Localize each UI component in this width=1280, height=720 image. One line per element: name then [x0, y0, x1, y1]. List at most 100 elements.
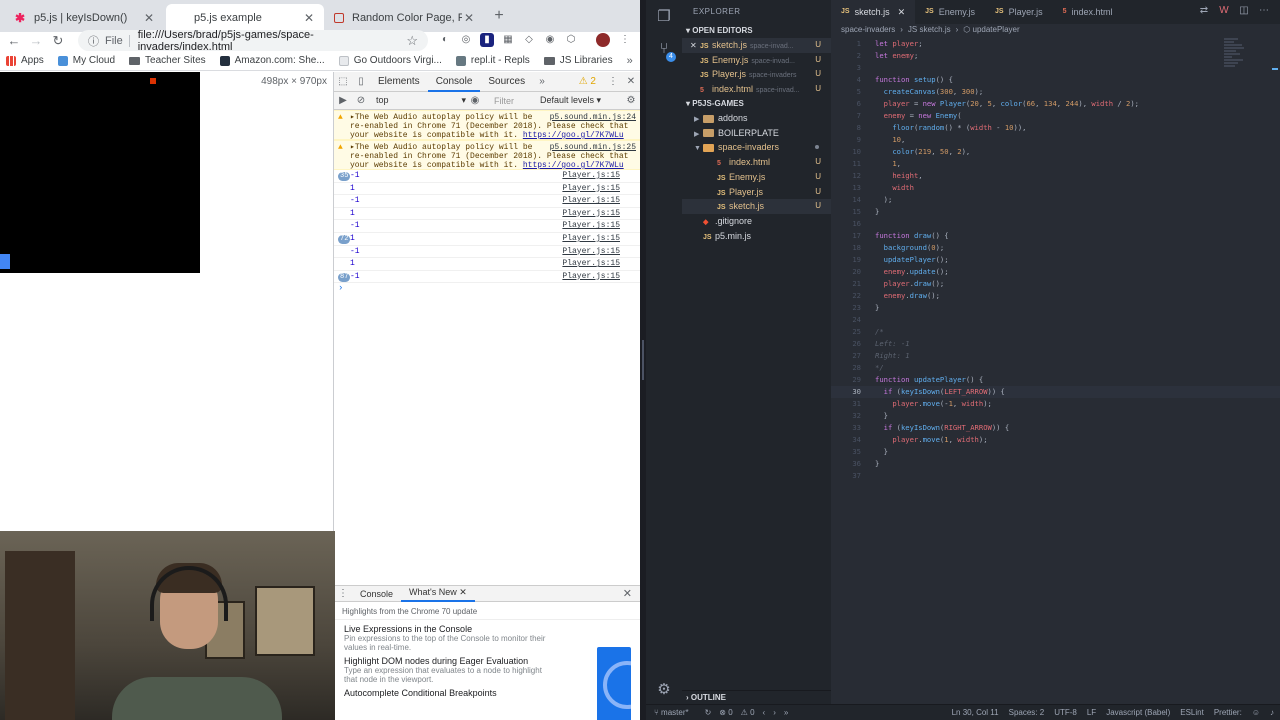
- extension-icon[interactable]: ⬡: [564, 33, 578, 47]
- files-icon[interactable]: ❐: [655, 8, 673, 26]
- code-line[interactable]: 23}: [831, 302, 1280, 314]
- device-toggle-icon[interactable]: ▯: [352, 76, 370, 87]
- source-link[interactable]: Player.js:15: [562, 246, 620, 258]
- star-icon[interactable]: ☆: [406, 33, 418, 49]
- more-icon[interactable]: ⋯: [1254, 5, 1274, 16]
- code-line[interactable]: 10 color(219, 50, 2),: [831, 146, 1280, 158]
- compare-icon[interactable]: ⇄: [1194, 5, 1214, 16]
- code-line[interactable]: 30 if (keyIsDown(LEFT_ARROW)) {: [831, 386, 1280, 398]
- whats-new-item[interactable]: Highlight DOM nodes during Eager Evaluat…: [334, 652, 564, 684]
- source-link[interactable]: Player.js:15: [562, 170, 620, 182]
- whats-new-item[interactable]: Autocomplete Conditional Breakpoints: [334, 684, 564, 698]
- code-line[interactable]: 14 );: [831, 194, 1280, 206]
- bookmark-teacher-sites[interactable]: Teacher Sites: [129, 55, 206, 66]
- workspace-header[interactable]: ▾ P5JS-GAMES: [682, 97, 831, 110]
- play-icon[interactable]: ›: [773, 705, 776, 720]
- git-branch[interactable]: ⑂ master*: [654, 705, 697, 720]
- code-line[interactable]: 27 Right: 1: [831, 350, 1280, 362]
- code-line[interactable]: 31 player.move(-1, width);: [831, 398, 1280, 410]
- back-icon[interactable]: ←: [4, 32, 24, 49]
- file-tree-item[interactable]: JS Player.js U: [682, 185, 831, 200]
- code-line[interactable]: 11 1,: [831, 158, 1280, 170]
- code-line[interactable]: 9 10,: [831, 134, 1280, 146]
- context-select[interactable]: top ▾: [376, 95, 466, 106]
- editor-scrollbar[interactable]: [1270, 24, 1280, 704]
- source-link[interactable]: Player.js:15: [562, 258, 620, 270]
- console-prompt[interactable]: ›: [334, 283, 640, 293]
- clear-console-icon[interactable]: ⊘: [352, 95, 370, 106]
- open-editors-header[interactable]: ▾ OPEN EDITORS: [682, 24, 831, 37]
- sync-icon[interactable]: ↻: [705, 705, 712, 720]
- split-editor-icon[interactable]: ◫: [1234, 5, 1254, 16]
- avatar[interactable]: [596, 33, 610, 47]
- cursor-position[interactable]: Ln 30, Col 11: [952, 705, 999, 720]
- extension-icon[interactable]: ◉: [543, 33, 557, 47]
- indentation[interactable]: Spaces: 2: [1009, 705, 1045, 720]
- code-line[interactable]: 1 let player;: [831, 38, 1280, 50]
- inspect-icon[interactable]: ⬚: [334, 76, 352, 87]
- tab-elements[interactable]: Elements: [370, 72, 428, 92]
- file-tree-item[interactable]: JS Enemy.js U: [682, 170, 831, 185]
- code-line[interactable]: 32 }: [831, 410, 1280, 422]
- bell-icon[interactable]: ♪: [1270, 705, 1274, 720]
- file-tree-item[interactable]: ▼ space-invaders: [682, 140, 831, 155]
- code-line[interactable]: 34 player.move(1, width);: [831, 434, 1280, 446]
- code-editor[interactable]: 1 let player; 2 let enemy; 3 4 function setup(…: [831, 38, 1280, 482]
- game-canvas[interactable]: [0, 72, 200, 273]
- close-icon[interactable]: ✕: [142, 11, 156, 25]
- extension-icon[interactable]: ◐: [438, 33, 452, 47]
- code-line[interactable]: 13 width: [831, 182, 1280, 194]
- source-link[interactable]: Player.js:15: [562, 195, 620, 207]
- feedback-icon[interactable]: ☺: [1252, 705, 1260, 720]
- warning-counter[interactable]: ⚠ 2: [579, 76, 596, 87]
- close-icon[interactable]: ✕: [623, 587, 632, 600]
- reload-icon[interactable]: ↻: [48, 32, 68, 49]
- breadcrumb-item[interactable]: ⬡ updatePlayer: [963, 25, 1019, 34]
- close-icon[interactable]: ✕: [459, 587, 467, 597]
- extension-icon[interactable]: ▦: [501, 33, 515, 47]
- source-link[interactable]: Player.js:15: [562, 183, 620, 195]
- close-icon[interactable]: ✕: [898, 0, 906, 24]
- bookmark-my-cloud[interactable]: My Cloud: [57, 55, 115, 66]
- source-link[interactable]: Player.js:15: [562, 208, 620, 220]
- address-bar[interactable]: ⓘ File file:///Users/brad/p5js-games/spa…: [78, 29, 428, 53]
- breadcrumb-item[interactable]: JS sketch.js: [908, 25, 951, 34]
- gear-icon[interactable]: ⚙: [622, 95, 640, 106]
- code-line[interactable]: 24: [831, 314, 1280, 326]
- nav-back-icon[interactable]: ‹: [763, 705, 766, 720]
- code-line[interactable]: 18 background(0);: [831, 242, 1280, 254]
- drawer-tab-whats-new[interactable]: What's New ✕: [401, 585, 475, 602]
- file-tree-item[interactable]: ◆ .gitignore: [682, 214, 831, 229]
- new-tab-button[interactable]: +: [490, 7, 508, 25]
- kebab-menu-icon[interactable]: ⋮: [334, 588, 352, 599]
- code-line[interactable]: 29 function updatePlayer() {: [831, 374, 1280, 386]
- bookmark-go-outdoors[interactable]: Go Outdoors Virgi...: [338, 55, 442, 66]
- code-line[interactable]: 6 player = new Player(20, 5, color(66, 1…: [831, 98, 1280, 110]
- editor-tab-index-html[interactable]: 5 index.html: [1053, 0, 1123, 24]
- source-link[interactable]: p5.sound.min.js:24: [550, 113, 636, 122]
- code-line[interactable]: 28 */: [831, 362, 1280, 374]
- file-tree-item[interactable]: ▶ BOILERPLATE: [682, 126, 831, 141]
- code-line[interactable]: 22 enemy.draw();: [831, 290, 1280, 302]
- outline-header[interactable]: › OUTLINE: [682, 690, 831, 704]
- source-link[interactable]: Player.js:15: [562, 220, 620, 232]
- more-tabs-button[interactable]: »: [533, 76, 551, 87]
- open-editor-item[interactable]: ✕ JS sketch.js space-invad... U: [682, 38, 831, 53]
- bookmarks-overflow-button[interactable]: »: [627, 55, 633, 67]
- eslint-status[interactable]: ESLint: [1180, 705, 1204, 720]
- code-line[interactable]: 26 Left: -1: [831, 338, 1280, 350]
- tab-sources[interactable]: Sources: [480, 72, 533, 92]
- drawer-tab-console[interactable]: Console: [352, 589, 401, 599]
- close-icon[interactable]: ✕: [622, 76, 640, 87]
- code-line[interactable]: 16: [831, 218, 1280, 230]
- menu-icon[interactable]: ⋮: [618, 33, 632, 47]
- forward-icon[interactable]: →: [26, 32, 46, 49]
- code-line[interactable]: 36}: [831, 458, 1280, 470]
- file-tree-item[interactable]: JS p5.min.js: [682, 229, 831, 244]
- eye-icon[interactable]: ◉: [466, 95, 484, 106]
- code-line[interactable]: 35 }: [831, 446, 1280, 458]
- problems-errors[interactable]: ⊗ 0: [719, 705, 732, 720]
- breadcrumb-item[interactable]: space-invaders: [841, 25, 895, 34]
- extension-icon[interactable]: ◇: [522, 33, 536, 47]
- warning-link[interactable]: https://goo.gl/7K7WLu: [523, 131, 624, 139]
